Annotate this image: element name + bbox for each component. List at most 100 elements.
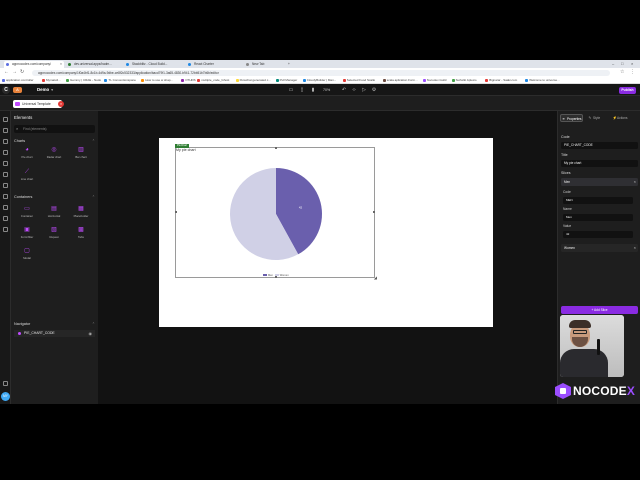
logs-icon[interactable] [3,216,8,221]
form-element[interactable]: ▣ Form/filter [16,227,38,243]
close-icon[interactable]: × [634,244,636,252]
container-element[interactable]: ▭ Container [16,206,38,222]
horizontal-element[interactable]: ▤ Horizontal [43,206,65,222]
bookmark-item[interactable]: OTHDS [181,77,196,84]
home-icon[interactable] [3,117,8,122]
workflow-icon[interactable] [3,161,8,166]
browser-tab[interactable]: New Tab [244,61,284,68]
browser-tab[interactable]: appnocodex.com/company/× [4,61,64,68]
charts-section-header[interactable]: Charts [14,139,25,143]
slice-value-field[interactable]: 42 [563,231,633,238]
undo-icon[interactable]: ↶ [340,86,348,94]
tablet-view-icon[interactable]: ▯ [298,86,306,94]
navigator-header[interactable]: Navigator [14,322,30,326]
url-input[interactable]: appnocodex.com/company/1f0a4bf1-8c1b-4d9… [32,69,610,76]
browser-tab[interactable]: dev.universal.apps/hadm... [66,61,122,68]
bookmark-item[interactable]: scala aplication Form... [382,77,418,84]
collapse-icon[interactable]: ⌃ [92,322,95,326]
bookmark-item[interactable]: Nocodex.Guild [422,77,446,84]
slice-header-men[interactable]: Men × [561,178,638,186]
tab-actions[interactable]: ⚡ Actions [611,114,635,122]
title-field[interactable]: My pie chart [561,160,638,167]
radar-chart-element[interactable]: ◎ Radar chart [43,147,65,163]
browser-tab[interactable]: Stackblitz - Cloud Build... [124,61,184,68]
tab-universal-template[interactable]: Universal Template × [13,100,64,108]
pie-chart-element[interactable]: ◕ Pie chart [16,147,38,163]
app-selector[interactable]: Demo ▾ [37,86,53,94]
line-chart-element[interactable]: ⟋ Line chart [16,169,38,185]
bookmarks-bar: application controller Mymatvd... Gemmy | … [0,77,640,84]
users-icon[interactable] [3,194,8,199]
zoom-level[interactable]: 70% [323,86,330,94]
app-logo[interactable]: C [2,86,10,94]
bookmark-item[interactable]: Selected Food Scallo [342,77,375,84]
bookmark-item[interactable]: Welcome to universe... [525,77,560,84]
back-icon[interactable]: ← [4,69,9,76]
modal-element[interactable]: ▢ Modal [16,248,38,264]
translations-icon[interactable] [3,205,8,210]
bookmark-item[interactable]: Gemmy | CRAE - Nodo [66,77,101,84]
repeat-element[interactable]: ▧ Repeat [43,227,65,243]
settings-icon[interactable]: ⚙ [370,86,378,94]
project-badge[interactable]: A [13,87,22,93]
placeholder-element[interactable]: ▦ Placeholder [70,206,92,222]
add-slice-button[interactable]: + Add Slice [561,306,638,314]
slice-name-field[interactable]: Men [563,214,633,221]
slice-data-label: 42 [299,206,303,210]
code-field[interactable]: PIE_CHART_CODE [561,142,638,149]
bookmark-item[interactable]: Pull Manager [275,77,297,84]
preview-icon[interactable]: ▷ [360,86,368,94]
close-icon[interactable]: × [634,178,636,186]
slice-code-field[interactable]: MEN [563,197,633,204]
help-icon[interactable] [3,381,8,386]
bookmark-item[interactable]: application controller [2,77,34,84]
artboard[interactable]: PieChart My pie chart ◢ 42 Men Women [159,138,493,327]
canvas[interactable]: PieChart My pie chart ◢ 42 Men Women [98,111,557,404]
menu-icon[interactable]: ⋮ [630,69,635,76]
bookmark-item[interactable]: How to use w shap... [141,77,173,84]
settings-icon[interactable] [3,227,8,232]
publish-button[interactable]: Publish [619,86,636,94]
extensions-icon[interactable]: ☆ [620,69,624,76]
bookmark-item[interactable]: CloudyBuilder | Man... [302,77,336,84]
tabs-element[interactable]: ▩ Tabs [70,227,92,243]
desktop-view-icon[interactable]: ▭ [287,86,295,94]
maximize-icon[interactable]: □ [621,60,623,68]
code-icon[interactable]: ‹› [350,86,358,94]
close-window-icon[interactable]: × [631,60,633,68]
bookmark-item[interactable]: Flowchat generated c... [235,77,271,84]
elements-icon[interactable] [3,139,8,144]
address-bar: ← → ↻ appnocodex.com/company/1f0a4bf1-8c… [0,68,640,77]
slice-header-women[interactable]: Women × [561,244,638,252]
containers-section-header[interactable]: Containers [14,195,32,199]
elements-search-input[interactable]: ⌕ Find (elements) [14,125,95,133]
pie-chart-element-selected[interactable]: PieChart My pie chart ◢ 42 Men Women [175,144,377,280]
pie-chart-svg: 42 [230,168,322,260]
bookmark-item[interactable]: Surfwiki Aplexio [451,77,477,84]
eye-icon[interactable]: ◉ [89,330,93,337]
forward-icon[interactable]: → [12,69,17,76]
bar-chart-element[interactable]: ▥ Bar chart [70,147,92,163]
chevron-up-icon[interactable]: ⌃ [92,195,95,199]
pages-icon[interactable] [3,128,8,133]
tab-properties[interactable]: ≡ Properties [560,114,583,122]
avatar[interactable]: MY [1,392,10,401]
bookmark-item[interactable]: multiple_code_Ghost [197,77,229,84]
close-icon[interactable]: × [58,101,64,107]
tab-style[interactable]: ✎ Style [587,114,607,122]
reload-icon[interactable]: ↻ [20,69,24,76]
bookmark-item[interactable]: Mymatvd... [42,77,61,84]
api-icon[interactable] [3,172,8,177]
media-icon[interactable] [3,183,8,188]
data-icon[interactable] [3,150,8,155]
minimize-icon[interactable]: – [612,60,614,68]
bookmark-item[interactable]: Bignarar - Saaki.com [485,77,517,84]
new-tab-button[interactable]: + [286,61,294,68]
presenter-hair [569,320,591,328]
mobile-view-icon[interactable]: ▮ [309,86,317,94]
chevron-up-icon[interactable]: ⌃ [92,139,95,143]
browser-tab[interactable]: React Charter [186,61,242,68]
close-icon[interactable]: × [60,61,62,68]
navigator-item[interactable]: PIE_CHART_CODE ◉ [14,330,95,337]
bookmark-item[interactable]: TL Conventionspane [104,77,136,84]
